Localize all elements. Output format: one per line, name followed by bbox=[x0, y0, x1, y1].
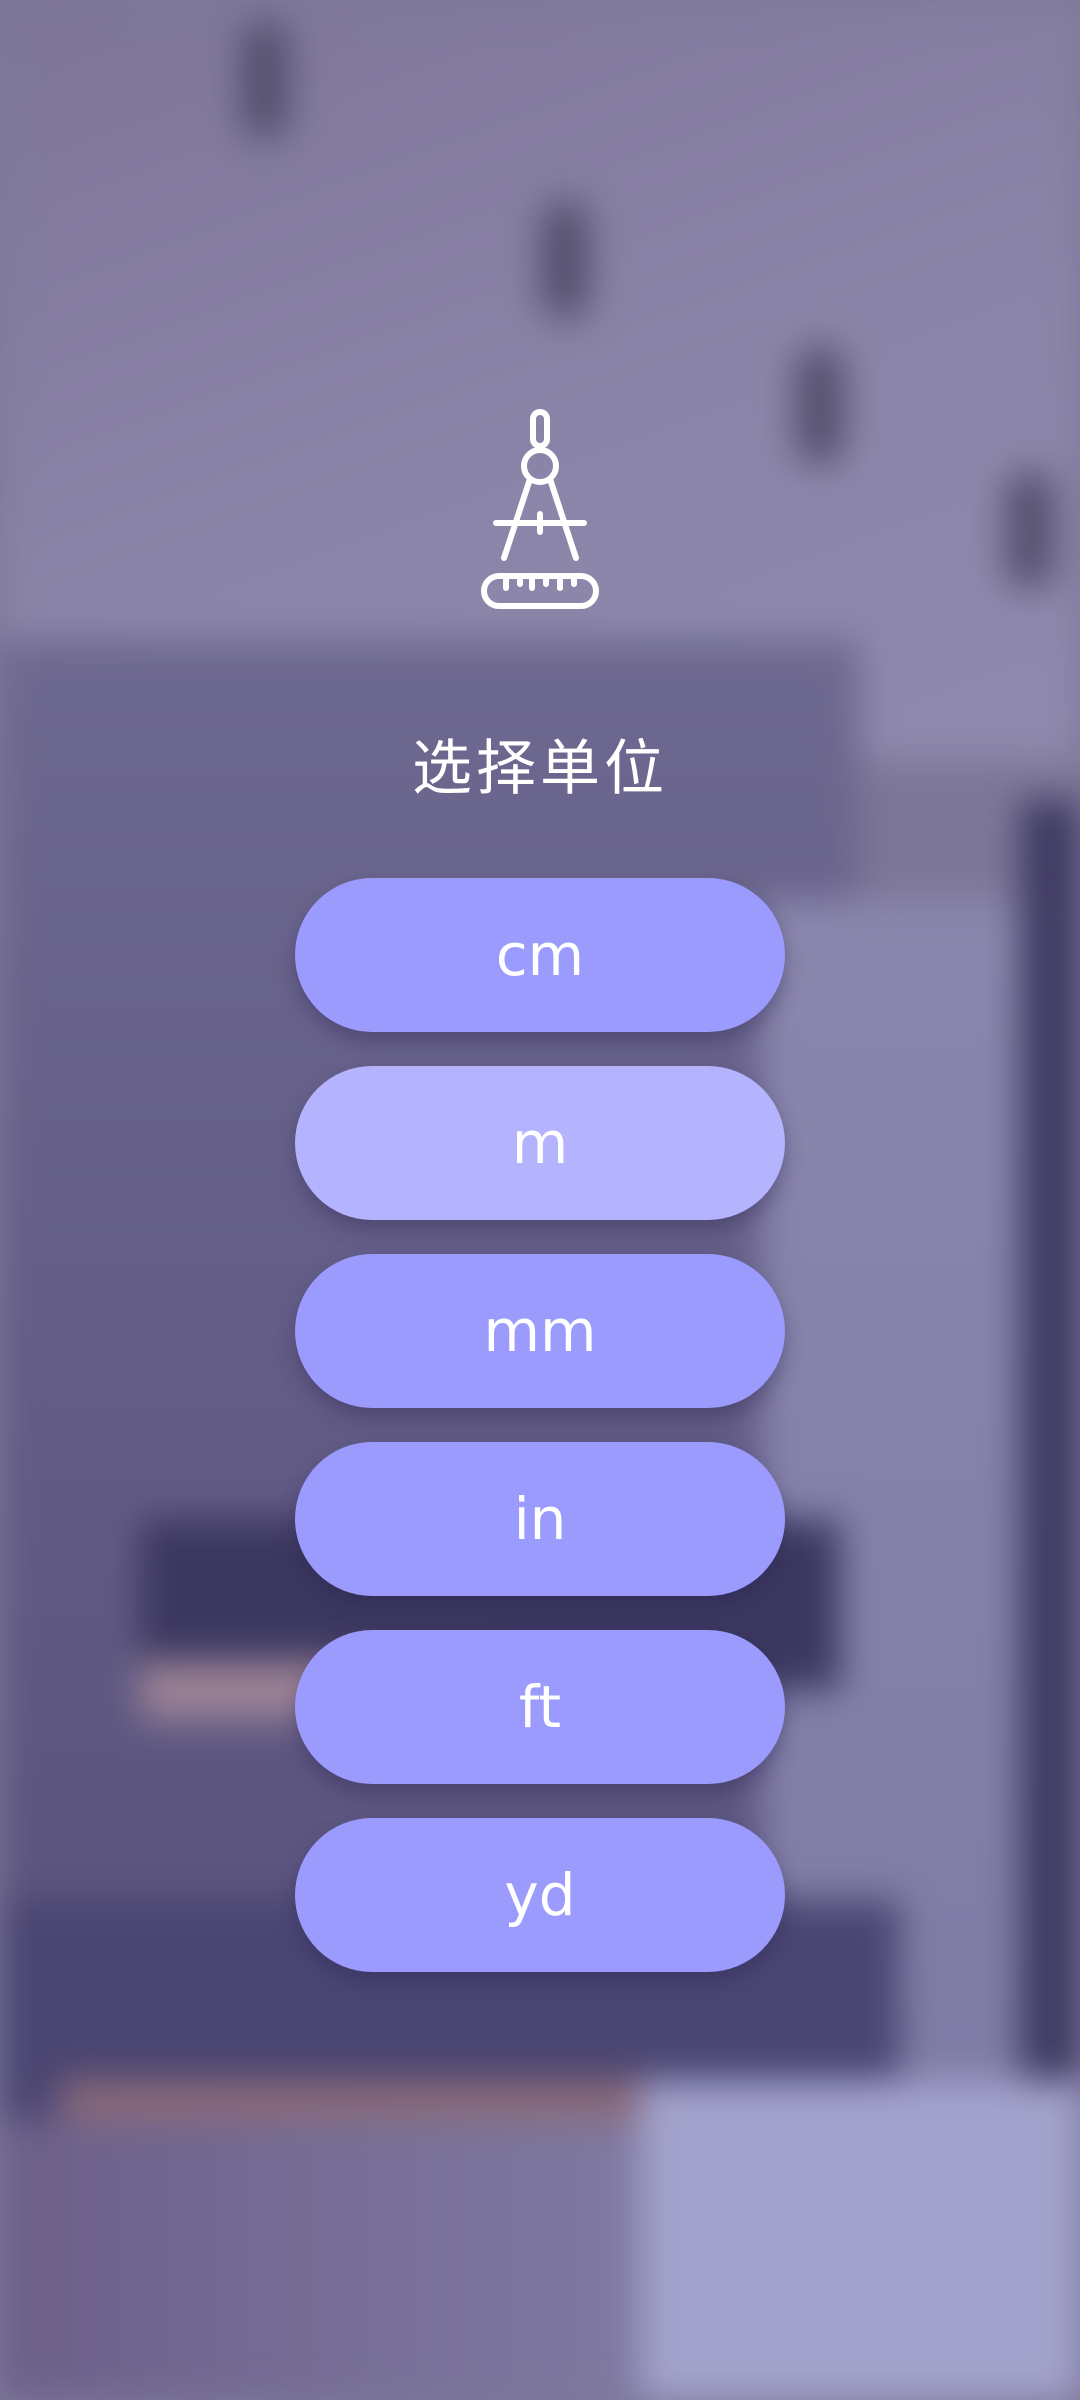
compass-ruler-icon bbox=[481, 409, 599, 609]
unit-button-ft[interactable]: ft bbox=[295, 1630, 785, 1784]
page-title: 选择单位 bbox=[412, 734, 668, 804]
unit-label: in bbox=[513, 1485, 567, 1553]
unit-label: ft bbox=[518, 1673, 562, 1741]
unit-button-yd[interactable]: yd bbox=[295, 1818, 785, 1972]
unit-button-mm[interactable]: mm bbox=[295, 1254, 785, 1408]
unit-label: mm bbox=[483, 1297, 597, 1365]
unit-button-in[interactable]: in bbox=[295, 1442, 785, 1596]
unit-label: cm bbox=[495, 921, 585, 989]
unit-button-m[interactable]: m bbox=[295, 1066, 785, 1220]
unit-button-cm[interactable]: cm bbox=[295, 878, 785, 1032]
unit-label: yd bbox=[504, 1861, 576, 1929]
unit-label: m bbox=[511, 1109, 569, 1177]
unit-selection-screen: 选择单位 cm m mm in ft yd bbox=[0, 0, 1080, 2400]
